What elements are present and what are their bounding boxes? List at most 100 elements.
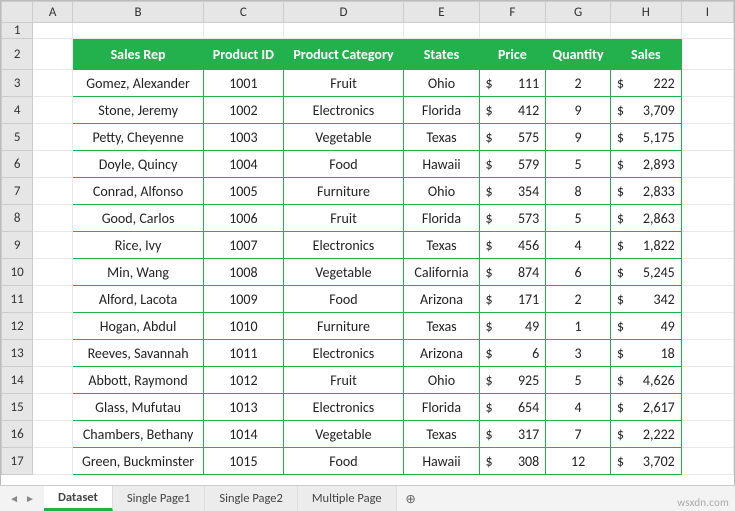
table-cell-state[interactable]: Ohio (404, 367, 479, 394)
cell[interactable] (33, 70, 73, 97)
cell[interactable] (33, 448, 73, 475)
table-cell-price[interactable]: $49 (479, 313, 546, 340)
table-cell-salesrep[interactable]: Good, Carlos (72, 205, 203, 232)
table-cell-productid[interactable]: 1010 (204, 313, 283, 340)
table-cell-salesrep[interactable]: Chambers, Bethany (72, 421, 203, 448)
cell[interactable] (681, 70, 733, 97)
table-cell-salesrep[interactable]: Min, Wang (72, 259, 203, 286)
row-header[interactable]: 13 (2, 340, 33, 367)
row-header[interactable]: 16 (2, 421, 33, 448)
cell[interactable] (681, 313, 733, 340)
cell[interactable] (681, 259, 733, 286)
row-header[interactable]: 10 (2, 259, 33, 286)
table-cell-sales[interactable]: $49 (610, 313, 681, 340)
table-cell-sales[interactable]: $3,709 (610, 97, 681, 124)
table-cell-productid[interactable]: 1006 (204, 205, 283, 232)
column-header[interactable]: A (33, 2, 73, 23)
table-cell-sales[interactable]: $2,863 (610, 205, 681, 232)
table-header-cell[interactable]: States (404, 39, 479, 70)
cell[interactable] (33, 205, 73, 232)
cell[interactable] (33, 313, 73, 340)
cell[interactable] (681, 124, 733, 151)
sheet-tab[interactable]: Multiple Page (298, 486, 397, 511)
cell[interactable] (72, 23, 203, 39)
table-cell-quantity[interactable]: 1 (546, 313, 611, 340)
table-cell-salesrep[interactable]: Petty, Cheyenne (72, 124, 203, 151)
table-cell-salesrep[interactable]: Alford, Lacota (72, 286, 203, 313)
table-cell-quantity[interactable]: 12 (546, 448, 611, 475)
cell[interactable] (681, 151, 733, 178)
cell[interactable] (681, 39, 733, 70)
cell[interactable] (33, 259, 73, 286)
row-header[interactable]: 2 (2, 39, 33, 70)
add-sheet-button[interactable]: ⊕ (397, 486, 425, 511)
table-cell-productid[interactable]: 1007 (204, 232, 283, 259)
table-cell-price[interactable]: $6 (479, 340, 546, 367)
cell[interactable] (404, 23, 479, 39)
row-header[interactable]: 15 (2, 394, 33, 421)
cell[interactable] (681, 421, 733, 448)
table-cell-price[interactable]: $111 (479, 70, 546, 97)
cell[interactable] (33, 23, 73, 39)
table-cell-price[interactable]: $308 (479, 448, 546, 475)
table-cell-state[interactable]: Texas (404, 313, 479, 340)
cell[interactable] (681, 23, 733, 39)
table-cell-price[interactable]: $456 (479, 232, 546, 259)
table-cell-productid[interactable]: 1001 (204, 70, 283, 97)
cell[interactable] (681, 448, 733, 475)
cell[interactable] (283, 23, 404, 39)
table-cell-category[interactable]: Electronics (283, 232, 404, 259)
table-cell-productid[interactable]: 1003 (204, 124, 283, 151)
cell[interactable] (681, 97, 733, 124)
table-cell-quantity[interactable]: 9 (546, 97, 611, 124)
table-cell-productid[interactable]: 1015 (204, 448, 283, 475)
column-header[interactable]: C (204, 2, 283, 23)
table-cell-category[interactable]: Food (283, 151, 404, 178)
table-cell-state[interactable]: Arizona (404, 340, 479, 367)
table-cell-productid[interactable]: 1014 (204, 421, 283, 448)
table-cell-sales[interactable]: $2,222 (610, 421, 681, 448)
column-header[interactable]: D (283, 2, 404, 23)
table-cell-state[interactable]: Florida (404, 394, 479, 421)
row-header[interactable]: 3 (2, 70, 33, 97)
row-header[interactable]: 17 (2, 448, 33, 475)
table-cell-price[interactable]: $579 (479, 151, 546, 178)
table-header-cell[interactable]: Quantity (546, 39, 611, 70)
table-cell-quantity[interactable]: 2 (546, 70, 611, 97)
table-cell-category[interactable]: Food (283, 286, 404, 313)
table-cell-sales[interactable]: $2,617 (610, 394, 681, 421)
table-cell-productid[interactable]: 1009 (204, 286, 283, 313)
cell[interactable] (479, 23, 546, 39)
cell[interactable] (681, 394, 733, 421)
table-cell-sales[interactable]: $2,893 (610, 151, 681, 178)
table-cell-category[interactable]: Electronics (283, 97, 404, 124)
cell[interactable] (33, 124, 73, 151)
table-cell-state[interactable]: California (404, 259, 479, 286)
table-cell-productid[interactable]: 1005 (204, 178, 283, 205)
table-cell-state[interactable]: Texas (404, 232, 479, 259)
tab-nav-arrows[interactable]: ◄ ► (0, 486, 44, 511)
column-header[interactable]: B (72, 2, 203, 23)
table-header-cell[interactable]: Price (479, 39, 546, 70)
table-cell-quantity[interactable]: 3 (546, 340, 611, 367)
column-header[interactable]: H (610, 2, 681, 23)
cell[interactable] (33, 367, 73, 394)
cell[interactable] (681, 286, 733, 313)
table-cell-price[interactable]: $573 (479, 205, 546, 232)
table-cell-category[interactable]: Furniture (283, 178, 404, 205)
table-cell-quantity[interactable]: 8 (546, 178, 611, 205)
table-cell-price[interactable]: $925 (479, 367, 546, 394)
sheet-tab[interactable]: Single Page2 (205, 486, 298, 511)
table-cell-state[interactable]: Hawaii (404, 448, 479, 475)
row-header[interactable]: 7 (2, 178, 33, 205)
column-header[interactable]: G (546, 2, 611, 23)
table-cell-quantity[interactable]: 5 (546, 367, 611, 394)
table-cell-state[interactable]: Arizona (404, 286, 479, 313)
table-cell-category[interactable]: Fruit (283, 70, 404, 97)
table-cell-productid[interactable]: 1012 (204, 367, 283, 394)
table-cell-quantity[interactable]: 4 (546, 232, 611, 259)
cell[interactable] (681, 178, 733, 205)
cell[interactable] (681, 367, 733, 394)
table-cell-sales[interactable]: $1,822 (610, 232, 681, 259)
table-cell-salesrep[interactable]: Rice, Ivy (72, 232, 203, 259)
